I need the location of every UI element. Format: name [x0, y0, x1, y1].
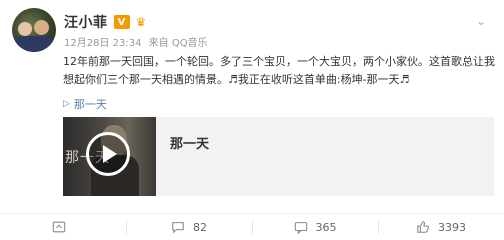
music-card[interactable]: 那一天 那一天 — [63, 117, 494, 196]
avatar-figure — [14, 36, 54, 52]
verified-badge-icon: V — [113, 15, 130, 29]
comment-icon — [172, 222, 184, 234]
user-name[interactable]: 汪小菲 — [64, 12, 108, 32]
user-name-row: 汪小菲 V ♛ — [64, 12, 146, 32]
comment-count: 82 — [193, 220, 207, 234]
avatar-face-1 — [18, 22, 32, 36]
repost-button[interactable] — [0, 214, 126, 240]
music-link-label: 那一天 — [73, 98, 107, 111]
like-button-mid[interactable]: 365 — [252, 214, 378, 240]
comment-button[interactable]: 82 — [126, 214, 252, 240]
post-action-bar: 82 365 3393 — [0, 214, 504, 240]
post-meta: 12月28日 23:34 来自 QQ音乐 — [64, 34, 208, 49]
album-cover[interactable]: 那一天 — [63, 117, 156, 196]
like-button[interactable]: 3393 — [378, 214, 504, 240]
vip-crown-icon: ♛ — [135, 15, 147, 29]
user-avatar[interactable] — [12, 8, 56, 52]
post-timestamp[interactable]: 12月28日 23:34 — [64, 38, 141, 49]
more-options-chevron-icon[interactable]: ⌄ — [472, 12, 490, 30]
like-count: 3393 — [438, 220, 466, 234]
post-source[interactable]: 来自 QQ音乐 — [149, 38, 208, 49]
music-link[interactable]: ▷ 那一天 — [63, 96, 107, 112]
music-card-title[interactable]: 那一天 — [170, 133, 209, 196]
repost-icon — [52, 221, 66, 233]
thumbs-up-icon — [417, 221, 429, 233]
play-icon[interactable] — [86, 132, 130, 176]
avatar-face-2 — [34, 20, 49, 35]
like-count-mid: 365 — [315, 220, 337, 234]
chat-icon — [294, 222, 307, 234]
play-triangle-icon: ▷ — [63, 99, 70, 109]
post-body: 12年前那一天回国，一个轮回。多了三个宝贝，一个大宝贝，两个小家伙。这首歌总让我… — [63, 55, 495, 86]
